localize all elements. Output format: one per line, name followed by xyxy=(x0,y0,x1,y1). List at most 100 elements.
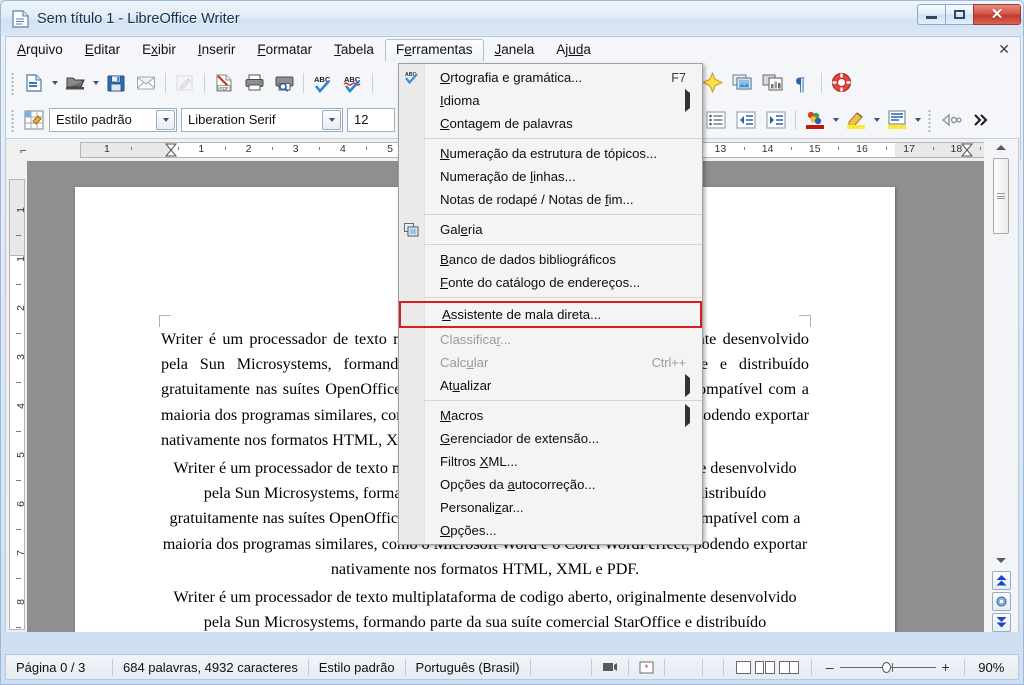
font-size-combobox[interactable]: 12 xyxy=(347,107,395,132)
open-document-button[interactable] xyxy=(61,69,89,97)
menu-tabela[interactable]: Tabela xyxy=(323,39,385,62)
multi-page-view-icon[interactable] xyxy=(754,660,775,674)
menu-item-assistente-mala-direta[interactable]: Assistente de mala direta... xyxy=(399,301,702,328)
save-status-button[interactable]: * xyxy=(629,655,664,679)
print-button[interactable] xyxy=(240,69,268,97)
digital-signature-cell[interactable] xyxy=(665,655,703,679)
menu-arquivo[interactable]: Arquivo xyxy=(6,39,74,62)
indent-marker[interactable] xyxy=(960,143,974,157)
formatting-marks-button[interactable]: ¶ xyxy=(788,69,816,97)
zoom-track[interactable] xyxy=(839,661,936,673)
menu-formatar[interactable]: Formatar xyxy=(246,39,323,62)
edit-mode-button[interactable] xyxy=(171,69,199,97)
menu-item-notas-rodape[interactable]: Notas de rodapé / Notas de fim... xyxy=(399,188,702,211)
menu-item-opcoes-autocorrecao[interactable]: Opções da autocorreção... xyxy=(399,473,702,496)
zoom-handle[interactable] xyxy=(881,661,891,673)
scroll-down-button[interactable] xyxy=(993,552,1010,569)
help-button[interactable] xyxy=(827,69,855,97)
menu-item-gerenciador-extensao[interactable]: Gerenciador de extensão... xyxy=(399,427,702,450)
zoom-level[interactable]: 90% xyxy=(965,655,1018,679)
menu-exibir[interactable]: Exibir xyxy=(131,39,187,62)
close-button[interactable]: ✕ xyxy=(973,4,1021,25)
increase-indent-button[interactable] xyxy=(762,106,790,134)
open-document-dropdown[interactable] xyxy=(90,70,101,96)
menu-inserir[interactable]: Inserir xyxy=(187,39,247,62)
menu-ferramentas[interactable]: Ferramentas xyxy=(384,39,484,62)
single-page-view-icon[interactable] xyxy=(735,660,751,674)
menu-item-macros[interactable]: Macros xyxy=(399,404,702,427)
language-indicator[interactable]: Português (Brasil) xyxy=(406,655,530,679)
save-button[interactable] xyxy=(102,69,130,97)
font-name-combobox[interactable]: Liberation Serif xyxy=(181,107,343,132)
insert-mode-indicator[interactable] xyxy=(530,655,590,679)
new-document-button[interactable] xyxy=(20,69,48,97)
print-preview-button[interactable] xyxy=(270,69,298,97)
previous-page-button[interactable] xyxy=(991,571,1011,590)
spelling-button[interactable]: ABC xyxy=(309,69,337,97)
paragraph-style-dropdown[interactable] xyxy=(156,109,175,130)
decrease-indent-button[interactable] xyxy=(732,106,760,134)
next-page-button[interactable] xyxy=(991,613,1011,632)
bullet-list-button[interactable] xyxy=(702,106,730,134)
menu-item-numeracao-linhas[interactable]: Numeração de linhas... xyxy=(399,165,702,188)
menu-item-numeracao-estrutura[interactable]: Numeração da estrutura de tópicos... xyxy=(399,142,702,165)
zoom-out-button[interactable]: – xyxy=(820,659,840,675)
scrollbar-thumb[interactable] xyxy=(993,158,1009,234)
menu-item-banco-dados-bibliograficos[interactable]: Banco de dados bibliográficos xyxy=(399,248,702,271)
email-button[interactable] xyxy=(132,69,160,97)
paragraph-background-dropdown[interactable] xyxy=(912,107,923,133)
menu-ajuda[interactable]: Ajuda xyxy=(545,39,602,62)
menu-item-contagem-palavras[interactable]: Contagem de palavras xyxy=(399,112,702,135)
vertical-ruler[interactable]: 1123456789 xyxy=(5,161,27,632)
font-color-button[interactable] xyxy=(801,106,829,134)
overflow-button[interactable] xyxy=(967,106,995,134)
maximize-button[interactable] xyxy=(945,4,974,25)
word-count[interactable]: 684 palavras, 4932 caracteres xyxy=(113,655,308,679)
menu-item-fonte-catalogo-enderecos[interactable]: Fonte do catálogo de endereços... xyxy=(399,271,702,294)
export-pdf-button[interactable]: PDF xyxy=(210,69,238,97)
highlight-color-button[interactable] xyxy=(842,106,870,134)
menu-item-ortografia[interactable]: ABC Ortografia e gramática... F7 xyxy=(399,66,702,89)
font-color-dropdown[interactable] xyxy=(830,107,841,133)
close-document-button[interactable]: ✕ xyxy=(994,41,1014,58)
toolbar-grip[interactable] xyxy=(10,107,16,132)
zoom-in-button[interactable]: + xyxy=(936,659,956,675)
zoom-slider[interactable]: – + xyxy=(812,659,964,675)
tools-menu-dropdown[interactable]: ABC Ortografia e gramática... F7 Idioma … xyxy=(398,63,703,545)
toolbar-separator xyxy=(372,72,373,93)
vertical-scrollbar[interactable] xyxy=(984,139,1019,632)
tab-stop-icon[interactable]: ⌐ xyxy=(20,145,26,157)
menu-item-atualizar[interactable]: Atualizar xyxy=(399,374,702,397)
selection-mode-button[interactable] xyxy=(592,655,628,679)
vertical-ruler-strip[interactable]: 1123456789 xyxy=(9,179,27,630)
toolbar-grip[interactable] xyxy=(10,70,16,95)
navigation-button[interactable] xyxy=(991,592,1011,611)
back-button[interactable] xyxy=(937,106,965,134)
scrollbar-track[interactable] xyxy=(993,234,1009,552)
highlight-color-dropdown[interactable] xyxy=(871,107,882,133)
insert-chart-button[interactable] xyxy=(758,69,786,97)
menu-item-galeria[interactable]: Galeria xyxy=(399,218,702,241)
book-view-icon[interactable] xyxy=(778,660,799,674)
indent-marker[interactable] xyxy=(164,143,178,157)
font-name-dropdown[interactable] xyxy=(322,109,341,130)
paragraph[interactable]: Writer é um processador de texto multipl… xyxy=(161,585,809,632)
toolbar-grip-right[interactable] xyxy=(927,107,933,132)
autospellcheck-button[interactable]: ABC xyxy=(339,69,367,97)
scroll-up-button[interactable] xyxy=(993,139,1010,156)
set-paragraph-style-button[interactable] xyxy=(20,106,48,134)
menu-item-opcoes[interactable]: Opções... xyxy=(399,519,702,542)
menu-item-filtros-xml[interactable]: Filtros XML... xyxy=(399,450,702,473)
page-style[interactable]: Estilo padrão xyxy=(309,655,405,679)
paragraph-background-button[interactable] xyxy=(883,106,911,134)
minimize-button[interactable] xyxy=(917,4,946,25)
insert-image-button[interactable] xyxy=(728,69,756,97)
paragraph-style-combobox[interactable]: Estilo padrão xyxy=(49,107,177,132)
new-document-dropdown[interactable] xyxy=(49,70,60,96)
menu-item-personalizar[interactable]: Personalizar... xyxy=(399,496,702,519)
menu-janela[interactable]: Janela xyxy=(484,39,546,62)
menu-item-idioma[interactable]: Idioma xyxy=(399,89,702,112)
submenu-arrow-icon xyxy=(685,89,702,112)
menu-editar[interactable]: Editar xyxy=(74,39,131,62)
page-indicator[interactable]: Página 0 / 3 xyxy=(6,655,112,679)
